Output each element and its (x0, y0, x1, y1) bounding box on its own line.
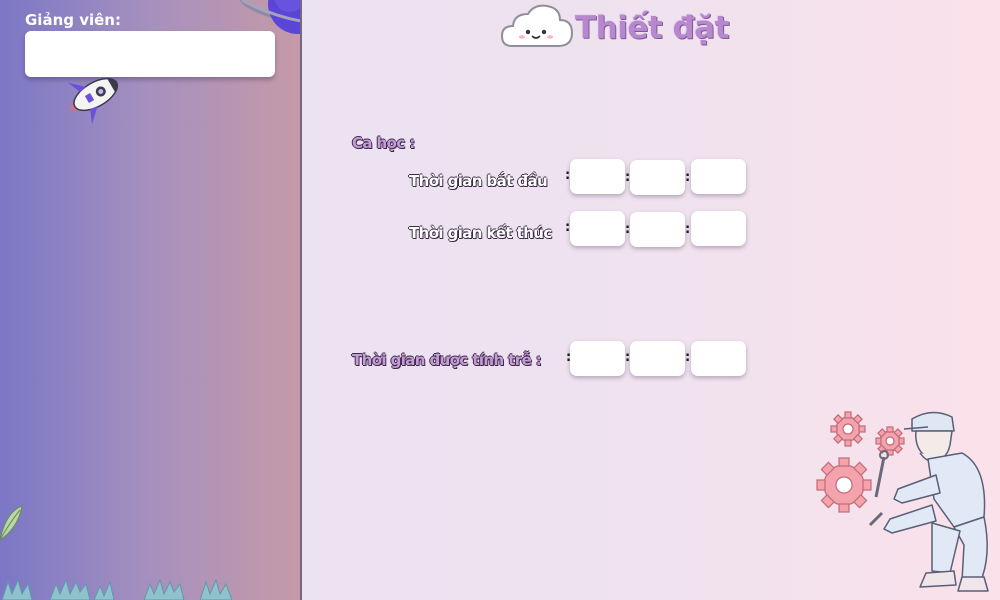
colon-separator: : (685, 222, 691, 237)
start-second-input[interactable] (691, 159, 746, 194)
start-time-label: Thời gian bắt đầu (409, 172, 548, 190)
cloud-icon (500, 4, 574, 47)
session-label: Ca học : (352, 134, 415, 152)
leaf-icon (0, 505, 23, 541)
end-time-label: Thời gian kết thúc (409, 224, 552, 242)
end-second-input[interactable] (691, 211, 746, 246)
planet-icon (239, 0, 300, 34)
start-hour-input[interactable] (570, 159, 625, 194)
sidebar: Giảng viên: (0, 0, 300, 600)
gear-icon (816, 457, 872, 513)
start-minute-input[interactable] (630, 160, 685, 195)
late-hour-input[interactable] (570, 341, 625, 376)
end-minute-input[interactable] (630, 212, 685, 247)
mechanic-illustration (816, 411, 989, 592)
gear-icon (875, 426, 905, 456)
lecturer-label: Giảng viên: (25, 11, 121, 29)
end-hour-input[interactable] (570, 211, 625, 246)
late-minute-input[interactable] (630, 341, 685, 376)
late-time-label: Thời gian được tính trễ : (352, 351, 542, 369)
late-second-input[interactable] (691, 341, 746, 376)
grass-icon (1, 578, 233, 600)
gear-icon (830, 411, 866, 447)
colon-separator: : (685, 350, 691, 365)
colon-separator: : (685, 170, 691, 185)
rocket-icon (68, 77, 118, 125)
page-title: Thiết đặt (575, 10, 729, 46)
